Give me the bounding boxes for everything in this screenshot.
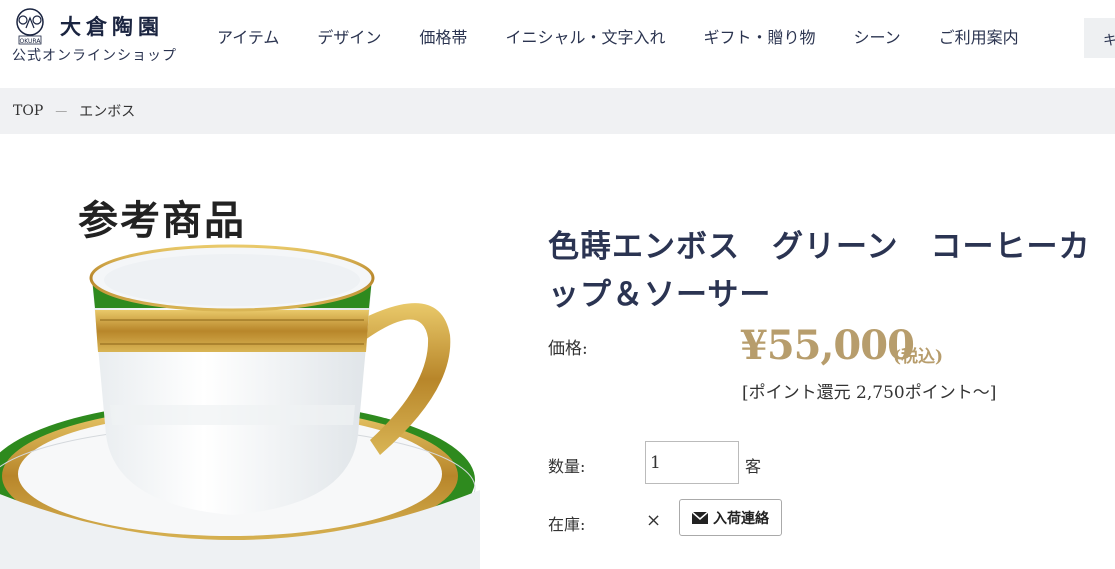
tax-included-note: (税込): [893, 347, 944, 367]
product-price: ¥55,000: [740, 322, 915, 369]
nav-item-initial[interactable]: イニシャル・文字入れ: [486, 28, 684, 48]
quantity-unit: 客: [745, 457, 762, 476]
logo-subtitle: 公式オンラインショップ: [12, 48, 177, 64]
product-title: 色蒔エンボス グリーン コーヒーカップ＆ソーサー: [548, 229, 1091, 313]
nav-item-guide[interactable]: ご利用案内: [920, 28, 1038, 48]
price-label: 価格:: [548, 339, 588, 359]
nav-search-button[interactable]: キ: [1084, 18, 1115, 58]
nav-item-scene[interactable]: シーン: [834, 28, 919, 48]
product-image: 参考商品: [0, 170, 500, 569]
breadcrumb-home-link[interactable]: TOP: [13, 103, 43, 119]
breadcrumb-current: エンボス: [79, 104, 136, 120]
envelope-icon: [692, 511, 708, 524]
cup-and-saucer-illustration: [0, 244, 480, 569]
restock-notify-button[interactable]: 入荷連絡: [679, 499, 782, 536]
stock-status: ×: [646, 510, 662, 531]
breadcrumb: TOP — エンボス: [0, 88, 1115, 134]
quantity-label: 数量:: [548, 457, 586, 476]
nav-item-items[interactable]: アイテム: [198, 28, 298, 48]
main-nav: アイテム デザイン 価格帯 イニシャル・文字入れ ギフト・贈り物 シーン ご利用…: [198, 28, 1038, 48]
nav-item-gift[interactable]: ギフト・贈り物: [684, 28, 834, 48]
nav-item-design[interactable]: デザイン: [298, 28, 400, 48]
logo-emblem-icon: OKURA: [16, 8, 44, 45]
svg-text:OKURA: OKURA: [20, 38, 42, 45]
quantity-input[interactable]: [645, 441, 739, 484]
restock-notify-label: 入荷連絡: [713, 510, 769, 527]
logo-name: 大倉陶園: [60, 14, 164, 39]
site-header: OKURA 大倉陶園 公式オンラインショップ アイテム デザイン 価格帯 イニシ…: [0, 0, 1115, 88]
site-logo[interactable]: OKURA 大倉陶園 公式オンラインショップ: [12, 8, 187, 68]
points-reward: [ポイント還元 2,750ポイント〜]: [742, 383, 997, 403]
stock-label: 在庫:: [548, 515, 586, 534]
nav-item-price-range[interactable]: 価格帯: [400, 28, 486, 48]
breadcrumb-separator: —: [55, 104, 68, 118]
